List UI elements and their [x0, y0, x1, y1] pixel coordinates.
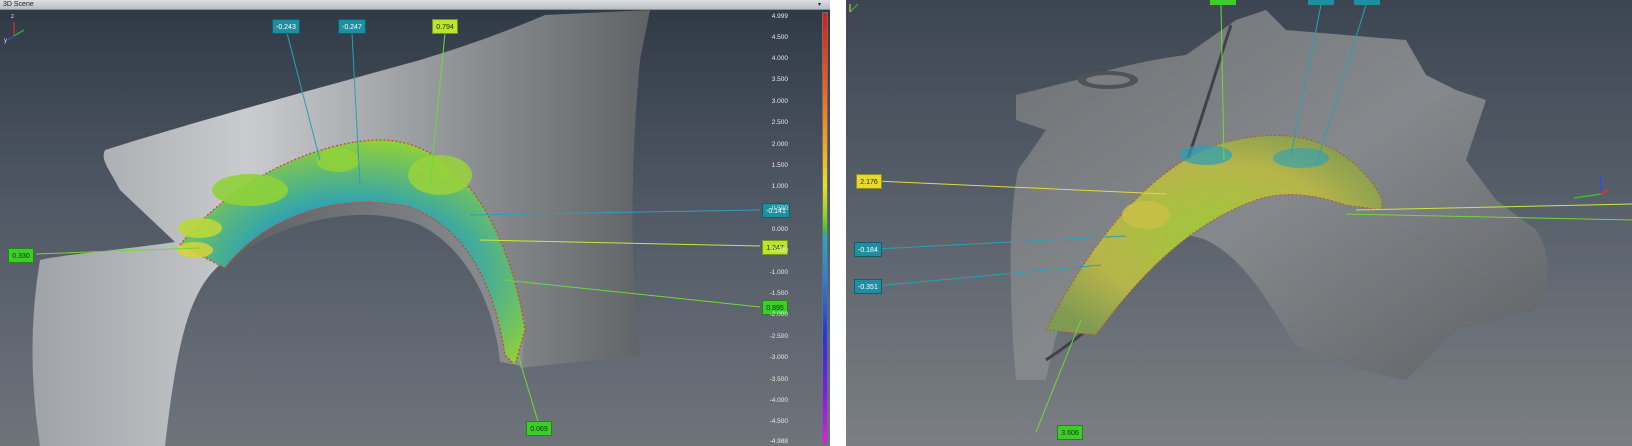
scale-tick-label: 4.500	[771, 34, 788, 41]
deviation-callout[interactable]: 0.330	[8, 248, 34, 263]
scale-tick-label: -4.988	[769, 438, 788, 445]
scale-tick-label: 3.500	[771, 76, 788, 83]
right-3d-view[interactable]: 2.176 -0.184 -0.351 3.606	[846, 0, 1632, 446]
view-titlebar: 3D Scene ▾	[0, 0, 830, 10]
scale-tick-label: -2.000	[769, 311, 788, 318]
deviation-callout[interactable]: -0.351	[854, 279, 882, 294]
view-menu-button[interactable]: ▾	[815, 1, 824, 9]
deviation-callout[interactable]: 0.069	[526, 421, 552, 436]
left-3d-view[interactable]: 3D Scene ▾ z y -0.243 -0.247 0.794 -0.14…	[0, 0, 830, 446]
scale-tick-label: -3.500	[769, 376, 788, 383]
deviation-color-bar	[822, 12, 828, 445]
axis-z-label: z	[11, 14, 14, 20]
scale-tick-label: -4.000	[769, 397, 788, 404]
deviation-callout[interactable]: 3.606	[1057, 425, 1083, 440]
scale-tick-label: 0.500	[771, 205, 788, 212]
scale-tick-label: 4.000	[771, 55, 788, 62]
window-title: 3D Scene	[3, 1, 34, 8]
scale-tick-label: 2.000	[771, 141, 788, 148]
scale-tick-label: -1.000	[769, 269, 788, 276]
scale-tick-label: 4.999	[771, 13, 788, 20]
deviation-callout[interactable]: -0.184	[854, 242, 882, 257]
right-scene-graphics	[849, 0, 1632, 433]
scale-tick-label: 1.500	[771, 162, 788, 169]
deviation-callout[interactable]: 2.176	[856, 174, 882, 189]
axis-y-label: y	[4, 38, 7, 44]
scale-tick-label: 0.000	[771, 226, 788, 233]
scale-tick-label: -1.500	[769, 290, 788, 297]
scale-tick-label: -3.000	[769, 354, 788, 361]
deviation-callout[interactable]: -0.243	[272, 19, 300, 34]
deviation-callout[interactable]: -0.247	[338, 19, 366, 34]
scale-tick-label: -2.500	[769, 333, 788, 340]
scale-tick-label: 2.500	[771, 119, 788, 126]
scale-tick-label: 3.000	[771, 98, 788, 105]
left-scene-graphics	[7, 10, 761, 446]
scale-tick-label: -4.500	[769, 418, 788, 425]
deviation-callout[interactable]: 0.794	[432, 19, 458, 34]
scale-tick-label: -0.500	[769, 247, 788, 254]
scale-tick-label: 1.000	[771, 183, 788, 190]
